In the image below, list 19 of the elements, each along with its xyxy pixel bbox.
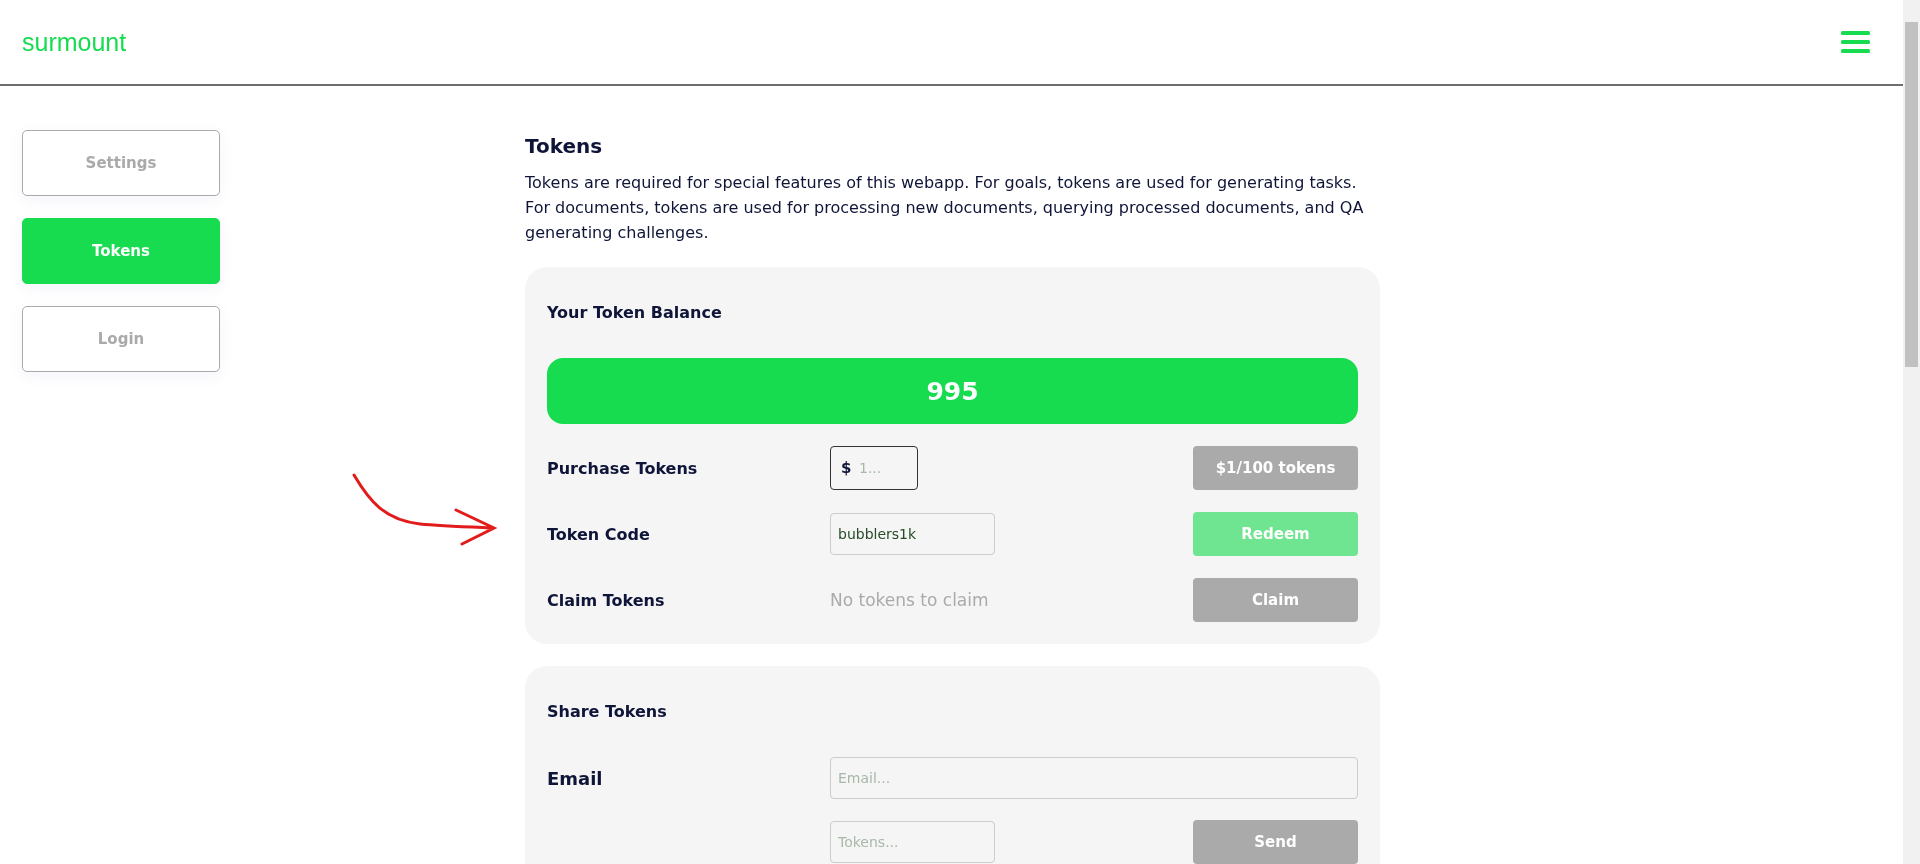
scrollbar[interactable] [1903, 0, 1920, 864]
row-label: Claim Tokens [547, 590, 666, 610]
sidebar-item[interactable]: Settings [22, 130, 220, 196]
row-label: Token Code [547, 524, 651, 544]
claim-status-text: No tokens to claim [830, 590, 989, 610]
card-title: Your Token Balance [547, 303, 723, 322]
sidebar-item[interactable]: Login [22, 306, 220, 372]
description-text: Tokens are required for special features of this webapp. For goals, tokens are used for generating tasks. For documents, tokens are used for processing new documents, querying processed documents, and QA generating challenges. [525, 172, 1365, 244]
email-label: Email [547, 767, 604, 789]
card-title: Share Tokens [547, 702, 668, 721]
row-label: Purchase Tokens [547, 458, 699, 478]
token-balance: 995 [547, 358, 1358, 424]
currency-symbol: $ [841, 458, 852, 478]
menu-icon[interactable] [1841, 30, 1871, 54]
sidebar-item[interactable]: Tokens [22, 218, 220, 284]
app-logo[interactable]: surmount [22, 27, 127, 57]
token-code-field[interactable]: bubblers1k [830, 513, 995, 555]
page-title: Tokens [525, 134, 604, 158]
code-button[interactable]: Redeem [1193, 512, 1358, 556]
